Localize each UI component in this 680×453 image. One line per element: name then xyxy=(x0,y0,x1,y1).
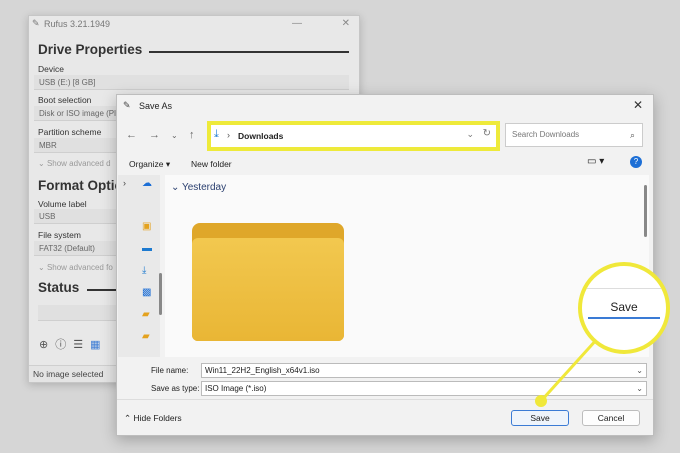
callout-divider xyxy=(582,288,666,289)
callout-save-label: Save xyxy=(610,300,638,314)
callout-dot xyxy=(535,395,547,407)
callout-underline xyxy=(588,317,660,319)
leader-line xyxy=(539,336,600,403)
callout-leader xyxy=(539,336,600,403)
save-zoom-callout: Save xyxy=(578,262,670,354)
